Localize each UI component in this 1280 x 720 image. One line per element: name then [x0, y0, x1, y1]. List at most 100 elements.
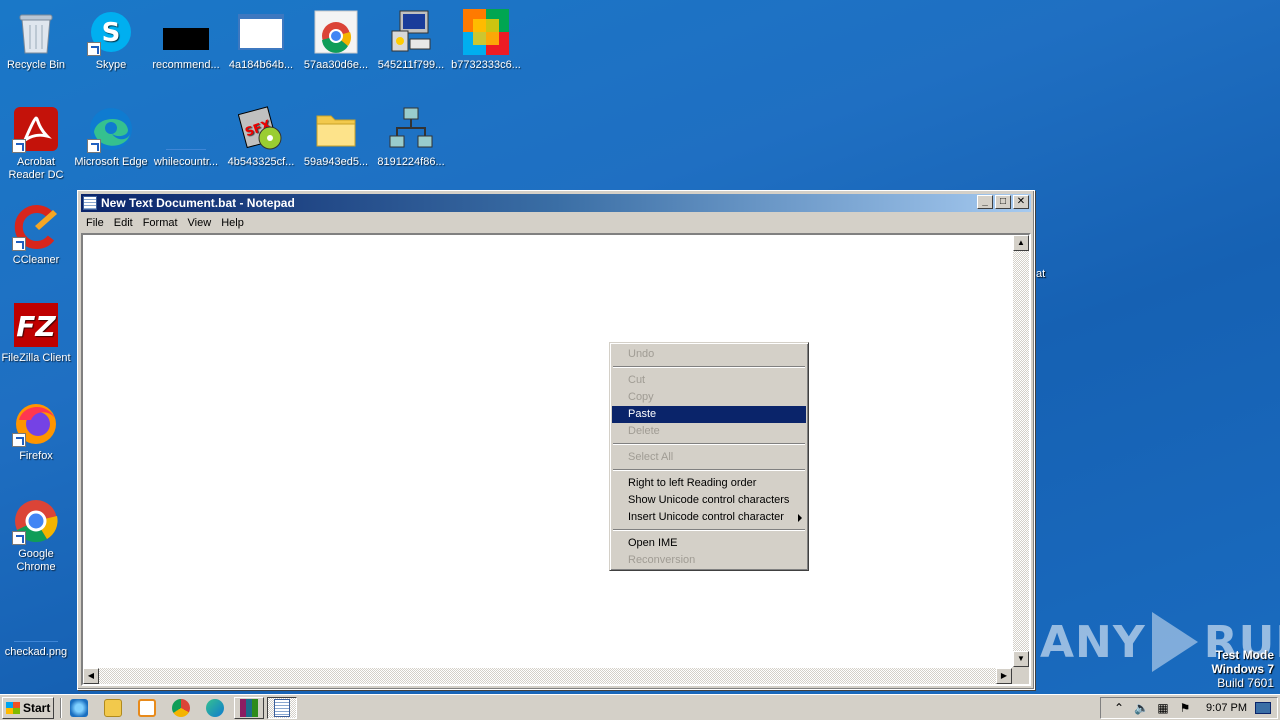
- size-grip[interactable]: [1012, 667, 1029, 684]
- desktop-icon-label: Google Chrome: [16, 548, 56, 573]
- network-icon: [387, 105, 435, 153]
- shortcut-arrow-icon: [12, 433, 26, 447]
- folder-icon: [312, 105, 360, 153]
- chrome-file-icon: [312, 8, 360, 56]
- desktop-icon-ccleaner[interactable]: CCleaner: [0, 203, 74, 267]
- start-button[interactable]: Start: [2, 697, 54, 719]
- menu-item-insert-unicode-control[interactable]: Insert Unicode control character: [612, 509, 806, 526]
- svg-text:S: S: [102, 18, 121, 48]
- desktop-icon-recommend[interactable]: recommend...: [148, 8, 224, 72]
- network-tray-icon[interactable]: ▦: [1156, 701, 1170, 715]
- scroll-down-arrow-icon[interactable]: ▼: [1013, 651, 1029, 667]
- menu-item-open-ime[interactable]: Open IME: [612, 535, 806, 552]
- firefox-icon: [12, 399, 60, 447]
- taskbar-app-notepad[interactable]: [267, 697, 297, 719]
- maximize-button[interactable]: □: [995, 195, 1011, 209]
- menu-item-select-all: Select All: [628, 451, 674, 463]
- ccleaner-icon: [12, 203, 60, 251]
- build-line: Build 7601: [1217, 676, 1274, 690]
- show-desktop-icon[interactable]: [1255, 702, 1271, 714]
- desktop-icon-4a184b64b[interactable]: 4a184b64b...: [223, 8, 299, 72]
- explorer-folder-icon[interactable]: [104, 699, 122, 717]
- taskbar-app-winrar[interactable]: [234, 697, 264, 719]
- notepad-taskbar-icon: [274, 699, 290, 717]
- volume-icon[interactable]: 🔈: [1134, 701, 1149, 715]
- windows-logo-icon: [6, 702, 20, 714]
- desktop-icon-59a943ed5[interactable]: 59a943ed5...: [298, 105, 374, 169]
- desktop-icon-label: recommend...: [152, 59, 220, 71]
- acrobat-icon: [12, 105, 60, 153]
- desktop-icon-label: whilecountr...: [153, 156, 219, 168]
- action-center-flag-icon[interactable]: ⚑: [1178, 701, 1192, 715]
- desktop-icon-label: Firefox: [19, 450, 53, 462]
- close-button[interactable]: ✕: [1013, 195, 1029, 209]
- menu-item-paste[interactable]: Paste: [612, 406, 806, 423]
- desktop-icon-label: 545211f799...: [377, 59, 445, 71]
- shortcut-arrow-icon: [12, 237, 26, 251]
- scroll-left-arrow-icon[interactable]: ◀: [83, 668, 99, 684]
- menu-item-show-unicode-control[interactable]: Show Unicode control characters: [612, 492, 806, 509]
- desktop-icon-label: 59a943ed5...: [303, 156, 369, 168]
- system-tray: ⌃ 🔈 ▦ ⚑ 9:07 PM: [1100, 697, 1278, 719]
- vertical-scrollbar[interactable]: ▲ ▼: [1013, 235, 1029, 667]
- title-bar[interactable]: New Text Document.bat - Notepad _ □ ✕: [81, 194, 1031, 212]
- show-hidden-icons-icon[interactable]: ⌃: [1112, 701, 1126, 715]
- desktop-icon-4b543325cf[interactable]: SFX 4b543325cf...: [223, 105, 299, 169]
- clock[interactable]: 9:07 PM: [1206, 702, 1247, 714]
- menu-format[interactable]: Format: [138, 217, 183, 229]
- desktop-icon-whilecountr[interactable]: whilecountr...: [148, 105, 224, 169]
- menu-item-reconversion: Reconversion: [628, 554, 696, 566]
- archive-app-icon: [240, 699, 258, 717]
- chrome-taskbar-icon[interactable]: [172, 699, 190, 717]
- internet-explorer-icon[interactable]: [70, 699, 88, 717]
- desktop-icon-chrome[interactable]: Google Chrome: [0, 497, 74, 574]
- filezilla-icon: FZ: [12, 301, 60, 349]
- edge-taskbar-icon[interactable]: [206, 699, 224, 717]
- menu-item-delete: Delete: [628, 425, 660, 437]
- menu-file[interactable]: File: [81, 217, 109, 229]
- desktop-icon-acrobat[interactable]: Acrobat Reader DC: [0, 105, 74, 182]
- desktop-icon-label: CCleaner: [12, 254, 60, 266]
- scroll-up-arrow-icon[interactable]: ▲: [1013, 235, 1029, 251]
- desktop-icon-edge[interactable]: Microsoft Edge: [73, 105, 149, 169]
- menu-view[interactable]: View: [183, 217, 217, 229]
- menu-help[interactable]: Help: [216, 217, 249, 229]
- desktop-icon-label: 8191224f86...: [377, 156, 445, 168]
- shortcut-arrow-icon: [12, 531, 26, 545]
- minimize-button[interactable]: _: [977, 195, 993, 209]
- desktop-icon-filezilla[interactable]: FZ FileZilla Client: [0, 301, 74, 365]
- desktop-icon-label: FileZilla Client: [1, 352, 71, 364]
- desktop-icon-57aa30d6e[interactable]: 57aa30d6e...: [298, 8, 374, 72]
- desktop-icon-label: 4a184b64b...: [228, 59, 294, 71]
- desktop-icon-b7732333c6[interactable]: b7732333c6...: [448, 8, 524, 72]
- submenu-arrow-icon: [798, 514, 802, 522]
- desktop-icon-skype[interactable]: S Skype: [73, 8, 149, 72]
- setup-computer-icon: [387, 8, 435, 56]
- blank-file-icon: [162, 105, 210, 153]
- desktop-icon-firefox[interactable]: Firefox: [0, 399, 74, 463]
- scroll-right-arrow-icon[interactable]: ▶: [996, 668, 1012, 684]
- play-icon: [1151, 612, 1198, 672]
- menu-edit[interactable]: Edit: [109, 217, 138, 229]
- menu-separator: [612, 440, 806, 449]
- notepad-window[interactable]: New Text Document.bat - Notepad _ □ ✕ Fi…: [77, 190, 1035, 690]
- os-name-line: Windows 7: [1211, 662, 1274, 676]
- notepad-icon[interactable]: [83, 196, 97, 210]
- menu-item-label: Insert Unicode control character: [628, 511, 784, 523]
- desktop-icon-8191224f86[interactable]: 8191224f86...: [373, 105, 449, 169]
- desktop-icon-label: Recycle Bin: [6, 59, 66, 71]
- cd-installer-icon: SFX: [237, 105, 285, 153]
- test-mode-line: Test Mode: [1215, 648, 1274, 662]
- menu-item-rtl-reading-order[interactable]: Right to left Reading order: [612, 475, 806, 492]
- taskbar: Start ⌃ 🔈 ▦ ⚑ 9:07 PM: [0, 694, 1280, 720]
- text-editor-area[interactable]: ▲ ▼ ◀ ▶: [81, 233, 1031, 686]
- media-player-icon[interactable]: [138, 699, 156, 717]
- desktop-icon-label: Microsoft Edge: [74, 156, 148, 168]
- window-file-icon: [237, 8, 285, 56]
- colorful-app-icon: [462, 8, 510, 56]
- recycle-bin-icon: [12, 8, 60, 56]
- desktop-icon-545211f799[interactable]: 545211f799...: [373, 8, 449, 72]
- horizontal-scrollbar[interactable]: ◀ ▶: [83, 668, 1012, 684]
- desktop-icon-checkad[interactable]: checkad.png: [0, 595, 74, 659]
- desktop-icon-recycle-bin[interactable]: Recycle Bin: [0, 8, 74, 72]
